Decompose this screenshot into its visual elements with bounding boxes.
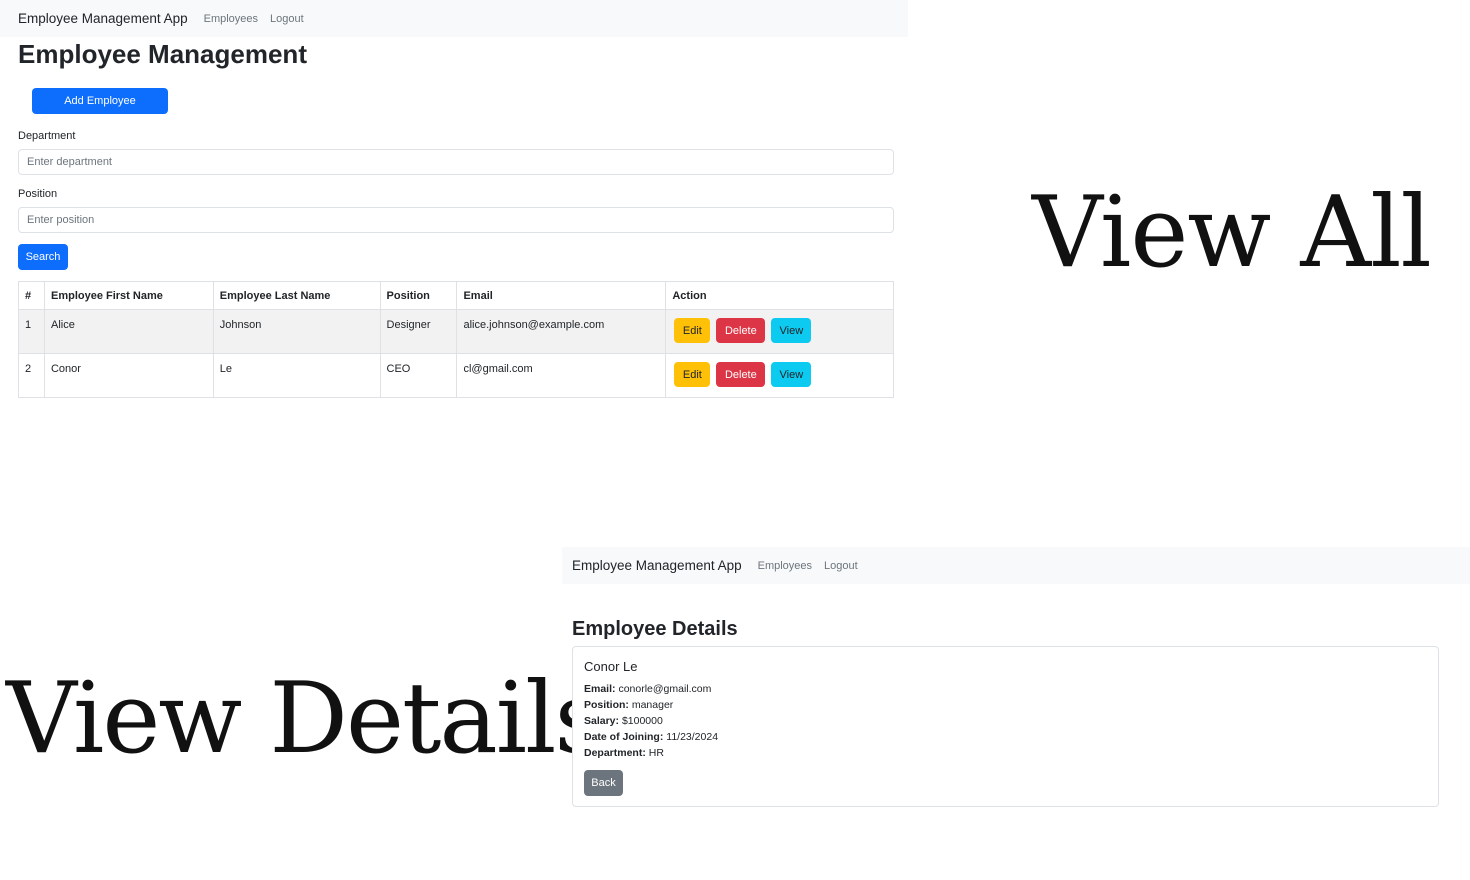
- table-row: 2 Conor Le CEO cl@gmail.com Edit Delete Vi…: [18, 353, 894, 398]
- cell-last-name: Johnson: [212, 309, 381, 354]
- field-label: Salary:: [584, 715, 620, 727]
- field-department: Department: HR: [584, 745, 718, 761]
- department-input[interactable]: [18, 149, 894, 175]
- field-label: Email:: [584, 683, 616, 695]
- field-label: Position:: [584, 699, 629, 711]
- field-value: manager: [631, 699, 674, 711]
- edit-button[interactable]: Edit: [674, 362, 711, 387]
- position-input[interactable]: [18, 207, 894, 233]
- field-date-of-joining: Date of Joining: 11/23/2024: [584, 729, 718, 745]
- view-button[interactable]: View: [771, 318, 812, 343]
- cell-number: 2: [18, 353, 45, 398]
- page-title: Employee Management: [18, 39, 307, 69]
- field-value: conorle@gmail.com: [618, 683, 712, 695]
- add-employee-button[interactable]: Add Employee: [32, 88, 168, 114]
- field-email: Email: conorle@gmail.com: [584, 681, 718, 697]
- cell-email: alice.johnson@example.com: [456, 309, 667, 354]
- view-button[interactable]: View: [771, 362, 812, 387]
- navbar-brand[interactable]: Employee Management App: [18, 11, 188, 26]
- delete-button[interactable]: Delete: [716, 362, 766, 387]
- details-title: Employee Details: [572, 618, 738, 640]
- employee-details-screenshot: Employee Management App Employees Logout…: [562, 547, 1470, 880]
- table-header-row: # Employee First Name Employee Last Name…: [18, 281, 894, 310]
- cell-last-name: Le: [212, 353, 381, 398]
- cell-email: cl@gmail.com: [456, 353, 667, 398]
- department-label: Department: [18, 130, 76, 142]
- nav-link-logout[interactable]: Logout: [824, 560, 858, 572]
- delete-button[interactable]: Delete: [716, 318, 766, 343]
- search-button[interactable]: Search: [18, 244, 68, 270]
- column-header-position: Position: [379, 281, 458, 310]
- employee-list-screenshot: Employee Management App Employees Logout…: [0, 0, 908, 410]
- edit-button[interactable]: Edit: [674, 318, 711, 343]
- field-salary: Salary: $100000: [584, 713, 718, 729]
- view-details-caption: View Details: [6, 662, 605, 776]
- table-row: 1 Alice Johnson Designer alice.johnson@e…: [18, 309, 894, 354]
- cell-first-name: Alice: [43, 309, 214, 354]
- nav-link-employees[interactable]: Employees: [758, 560, 812, 572]
- view-all-caption: View All: [1032, 176, 1432, 290]
- employee-table: # Employee First Name Employee Last Name…: [18, 281, 894, 398]
- field-position: Position: manager: [584, 697, 718, 713]
- navbar-brand[interactable]: Employee Management App: [572, 558, 742, 573]
- cell-actions: Edit Delete View: [665, 353, 894, 398]
- employee-fields: Email: conorle@gmail.com Position: manag…: [584, 681, 718, 761]
- back-button[interactable]: Back: [584, 770, 623, 796]
- field-value: 11/23/2024: [666, 731, 719, 743]
- navbar: Employee Management App Employees Logout: [562, 547, 1470, 584]
- column-header-last-name: Employee Last Name: [212, 281, 381, 310]
- cell-position: CEO: [379, 353, 458, 398]
- nav-link-logout[interactable]: Logout: [270, 13, 304, 25]
- cell-actions: Edit Delete View: [665, 309, 894, 354]
- column-header-email: Email: [456, 281, 667, 310]
- navbar: Employee Management App Employees Logout: [0, 0, 908, 37]
- column-header-number: #: [18, 281, 45, 310]
- field-value: HR: [648, 747, 664, 759]
- field-label: Department:: [584, 747, 646, 759]
- column-header-action: Action: [665, 281, 894, 310]
- position-label: Position: [18, 188, 58, 200]
- cell-number: 1: [18, 309, 45, 354]
- employee-details-card: Conor Le Email: conorle@gmail.com Positi…: [572, 646, 1439, 807]
- column-header-first-name: Employee First Name: [43, 281, 214, 310]
- field-label: Date of Joining:: [584, 731, 664, 743]
- cell-position: Designer: [379, 309, 458, 354]
- nav-link-employees[interactable]: Employees: [204, 13, 258, 25]
- cell-first-name: Conor: [43, 353, 214, 398]
- field-value: $100000: [621, 715, 663, 727]
- employee-name: Conor Le: [584, 659, 638, 674]
